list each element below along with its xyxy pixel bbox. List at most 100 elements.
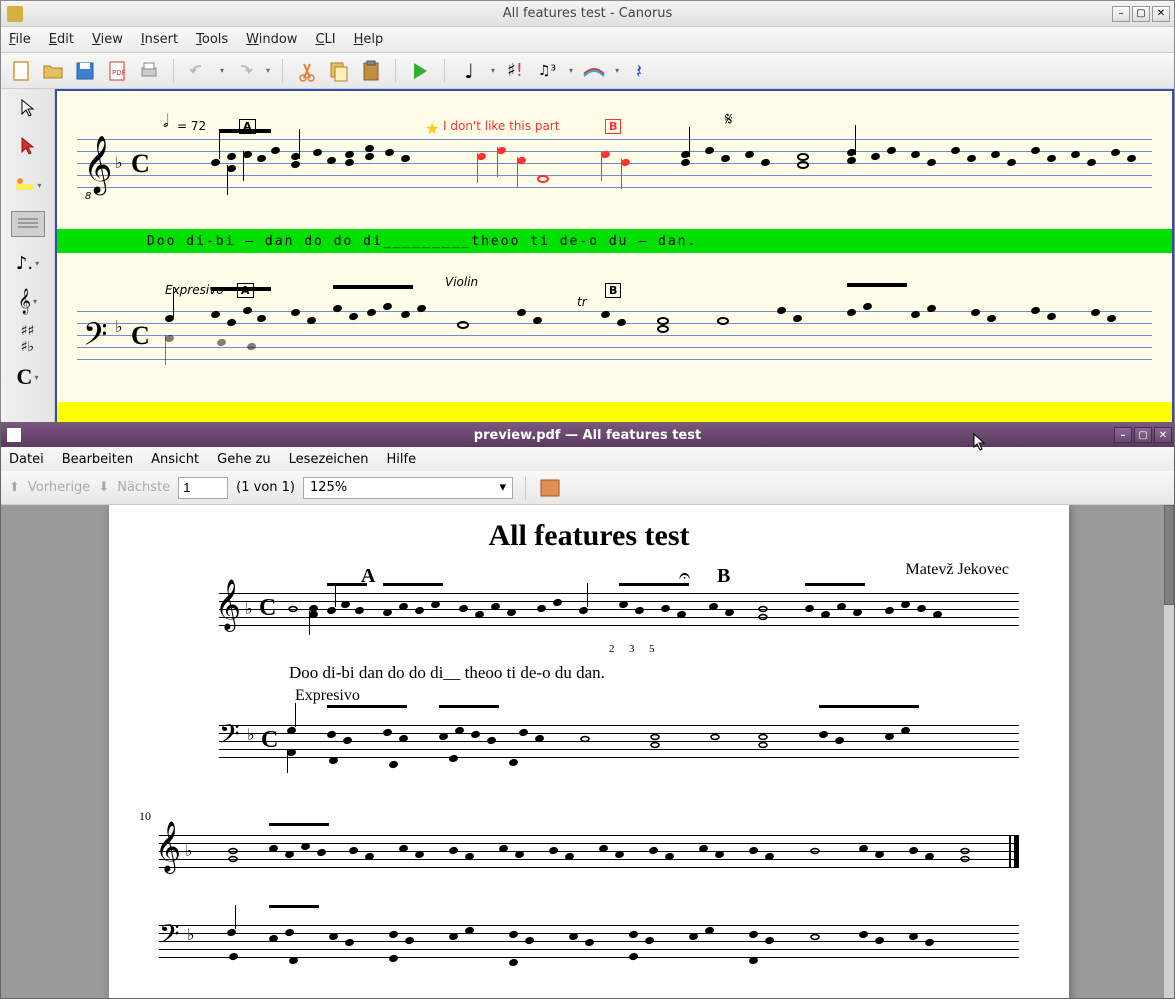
canorus-window: All features test - Canorus – ▢ ✕ File E… <box>0 0 1175 425</box>
pdf-app-icon <box>7 428 21 442</box>
canorus-titlebar[interactable]: All features test - Canorus – ▢ ✕ <box>1 1 1174 27</box>
bookmark-star-icon: ★ <box>425 119 439 138</box>
redo-icon[interactable] <box>232 59 256 83</box>
canorus-app-icon <box>7 6 23 22</box>
rest-icon[interactable]: 𝄽 <box>627 59 651 83</box>
pdf-measure-10: 10 <box>139 809 151 824</box>
pdf-expresivo: Expresivo <box>295 687 360 705</box>
violin-marking: Violin <box>445 275 478 289</box>
yellow-selection-band <box>57 402 1172 422</box>
note-duration-icon[interactable]: ♩ <box>457 59 481 83</box>
pdf-treble-clef-icon: 𝄞 <box>215 579 241 630</box>
zoom-select[interactable]: 125% ▾ <box>303 477 513 499</box>
page-number-input[interactable] <box>178 477 228 499</box>
pdf-viewport[interactable]: All features test Matevž Jekovec 𝄞 ♭ C A… <box>1 505 1164 998</box>
rehearsal-mark-b-red: B <box>605 119 621 134</box>
menu-edit[interactable]: Edit <box>49 32 74 47</box>
voice-select-icon[interactable] <box>11 211 45 237</box>
pdf-page: All features test Matevž Jekovec 𝄞 ♭ C A… <box>109 505 1069 998</box>
undo-dropdown-icon[interactable]: ▾ <box>220 66 224 75</box>
pdf-titlebar[interactable]: preview.pdf — All features test – ▢ ✕ <box>1 423 1174 447</box>
menu-hilfe[interactable]: Hilfe <box>387 452 417 467</box>
close-button[interactable]: ✕ <box>1152 6 1170 22</box>
prev-page-icon: ⬆ <box>9 480 20 495</box>
maximize-button[interactable]: ▢ <box>1132 6 1150 22</box>
tuplet-dropdown-icon[interactable]: ▾ <box>569 66 573 75</box>
undo-icon[interactable] <box>186 59 210 83</box>
lyrics-band[interactable]: Doo di-bi – dan do do di_________theoo t… <box>57 229 1172 253</box>
annotation-text: I don't like this part <box>443 119 559 133</box>
menu-datei[interactable]: Datei <box>9 452 44 467</box>
keysig-icon[interactable]: ♯♯♯♭ <box>14 327 42 351</box>
slur-icon[interactable] <box>581 59 605 83</box>
segno-icon: 𝄋 <box>725 109 733 130</box>
fingering-2: 2 <box>609 643 615 655</box>
menu-file[interactable]: File <box>9 32 31 47</box>
menu-insert[interactable]: Insert <box>141 32 178 47</box>
pdf-timesig-c: C <box>259 595 276 622</box>
menu-ansicht[interactable]: Ansicht <box>151 452 199 467</box>
menu-bearbeiten[interactable]: Bearbeiten <box>62 452 133 467</box>
pdf-lyrics: Doo di-bi dan do do di__ theoo ti de-o d… <box>289 663 605 683</box>
pdf-composer: Matevž Jekovec <box>109 561 1009 579</box>
cut-icon[interactable] <box>295 59 319 83</box>
pdf-minimize-button[interactable]: – <box>1114 427 1132 443</box>
tempo-marking: = 72 <box>177 119 206 133</box>
slur-dropdown-icon[interactable]: ▾ <box>615 66 619 75</box>
flat-keysig-bass: ♭ <box>115 317 123 336</box>
clef-select-icon[interactable]: 𝄞▾ <box>14 289 42 313</box>
redo-dropdown-icon[interactable]: ▾ <box>266 66 270 75</box>
timesig-icon[interactable]: C▾ <box>14 365 42 389</box>
timesig-c: C <box>131 149 150 179</box>
pdf-maximize-button[interactable]: ▢ <box>1134 427 1152 443</box>
new-icon[interactable] <box>9 59 33 83</box>
save-icon[interactable] <box>73 59 97 83</box>
pdf-bass-clef2-icon: 𝄢 <box>159 919 180 957</box>
pdf-export-icon[interactable]: PDF <box>105 59 129 83</box>
highlight-icon[interactable]: ▾ <box>14 173 42 197</box>
zoom-dropdown-icon: ▾ <box>499 480 506 495</box>
tempo-note-icon: 𝅗𝅥 <box>163 111 169 132</box>
zoom-value: 125% <box>310 480 347 495</box>
timesig-c-bass: C <box>131 321 150 351</box>
insert-note-icon[interactable] <box>14 135 42 159</box>
rehearsal-mark-b-bass: B <box>605 283 621 298</box>
minimize-button[interactable]: – <box>1112 6 1130 22</box>
canorus-title: All features test - Canorus <box>503 6 673 21</box>
pdf-close-button[interactable]: ✕ <box>1154 427 1172 443</box>
score-canvas[interactable]: 𝄞 8 ♭ C 𝅗𝅥 = 72 A ★ I don't like this pa… <box>55 89 1174 424</box>
accidental-icon[interactable]: ♯! <box>503 59 527 83</box>
copy-icon[interactable] <box>327 59 351 83</box>
pdf-scrollbar[interactable] <box>1164 505 1174 998</box>
menu-tools[interactable]: Tools <box>196 32 228 47</box>
fingering-5: 5 <box>649 643 655 655</box>
menu-window[interactable]: Window <box>246 32 297 47</box>
paste-icon[interactable] <box>359 59 383 83</box>
pdf-document-title: All features test <box>109 519 1069 553</box>
canorus-toolbar: PDF ▾ ▾ ♩ ▾ ♯! ♫³ ▾ ▾ 𝄽 <box>1 53 1174 89</box>
bass-clef-icon: 𝄢 <box>83 317 107 361</box>
pointer-icon[interactable] <box>14 97 42 121</box>
menu-view[interactable]: View <box>92 32 123 47</box>
note-length-icon[interactable]: ♪.▾ <box>14 251 42 275</box>
next-page-icon: ⬇ <box>98 480 109 495</box>
pdf-menubar: Datei Bearbeiten Ansicht Gehe zu Lesezei… <box>1 447 1174 471</box>
menu-gehezu[interactable]: Gehe zu <box>217 452 271 467</box>
canorus-left-toolbar: ▾ ♪.▾ 𝄞▾ ♯♯♯♭ C▾ <box>1 89 55 424</box>
open-icon[interactable] <box>41 59 65 83</box>
trill-icon: tr <box>577 295 587 309</box>
tuplet-icon[interactable]: ♫³ <box>535 59 559 83</box>
pdf-timesig-c-bass: C <box>261 727 278 754</box>
play-icon[interactable] <box>408 59 432 83</box>
lyrics-text: Doo di-bi – dan do do di_________theoo t… <box>147 234 697 249</box>
menu-cli[interactable]: CLI <box>315 32 335 47</box>
pdf-toolbar: ⬆ Vorherige ⬇ Nächste (1 von 1) 125% ▾ <box>1 471 1174 505</box>
canorus-menubar: File Edit View Insert Tools Window CLI H… <box>1 27 1174 53</box>
toggle-sidebar-icon[interactable] <box>538 476 562 500</box>
menu-help[interactable]: Help <box>354 32 384 47</box>
print-icon[interactable] <box>137 59 161 83</box>
pdf-scroll-thumb[interactable] <box>1164 505 1174 605</box>
duration-dropdown-icon[interactable]: ▾ <box>491 66 495 75</box>
pdf-flat-icon: ♭ <box>245 599 253 618</box>
menu-lesezeichen[interactable]: Lesezeichen <box>289 452 369 467</box>
